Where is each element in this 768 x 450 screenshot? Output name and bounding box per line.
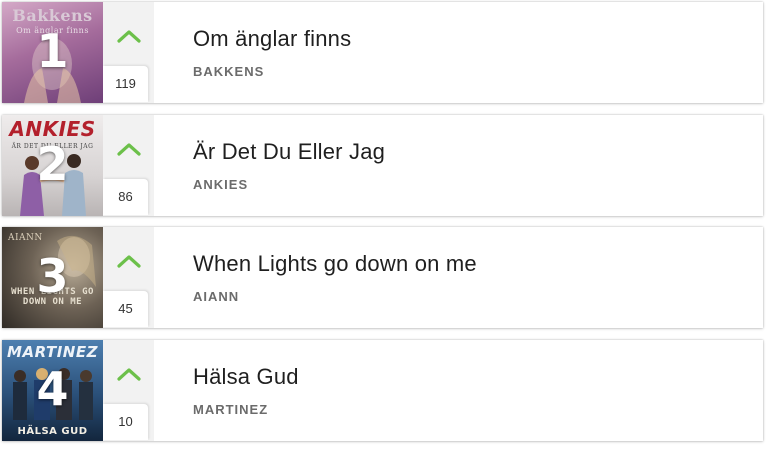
song-chart-list: Bakkens Om änglar finns 1 119 Om änglar … xyxy=(0,0,768,450)
rank-number: 2 xyxy=(36,137,69,191)
album-cover[interactable]: AIANN WHEN LIGHTS GO DOWN ON ME 3 xyxy=(2,227,103,328)
album-cover[interactable]: Bakkens Om änglar finns 1 xyxy=(2,2,103,103)
song-info: When Lights go down on me AIANN xyxy=(154,227,763,328)
album-cover[interactable]: ANKIES ÄR DET DU ELLER JAG 2 xyxy=(2,115,103,216)
vote-panel: 10 xyxy=(103,340,154,441)
vote-count: 86 xyxy=(103,179,148,215)
vote-panel: 45 xyxy=(103,227,154,328)
vote-panel: 119 xyxy=(103,2,154,103)
song-title[interactable]: Om änglar finns xyxy=(193,26,351,52)
chevron-up-icon[interactable] xyxy=(116,253,142,269)
song-info: Om änglar finns BAKKENS xyxy=(154,2,763,103)
rank-number: 4 xyxy=(36,362,69,416)
vote-count: 119 xyxy=(103,66,148,102)
song-info: Hälsa Gud MARTINEZ xyxy=(154,340,763,441)
vote-count: 45 xyxy=(103,291,148,327)
chevron-up-icon[interactable] xyxy=(116,141,142,157)
song-row-3[interactable]: AIANN WHEN LIGHTS GO DOWN ON ME 3 45 Whe… xyxy=(2,227,763,328)
artist-name[interactable]: AIANN xyxy=(193,289,239,304)
song-row-2[interactable]: ANKIES ÄR DET DU ELLER JAG 2 86 Är Det D… xyxy=(2,115,763,216)
vote-count: 10 xyxy=(103,404,148,440)
song-title[interactable]: Är Det Du Eller Jag xyxy=(193,139,385,165)
vote-panel: 86 xyxy=(103,115,154,216)
chevron-up-icon[interactable] xyxy=(116,28,142,44)
artist-name[interactable]: ANKIES xyxy=(193,177,248,192)
rank-number: 1 xyxy=(36,24,69,78)
song-info: Är Det Du Eller Jag ANKIES xyxy=(154,115,763,216)
artist-name[interactable]: BAKKENS xyxy=(193,64,264,79)
cover-song-name: HÄLSA GUD xyxy=(17,426,88,437)
song-title[interactable]: When Lights go down on me xyxy=(193,251,477,277)
rank-number: 3 xyxy=(36,249,69,303)
song-title[interactable]: Hälsa Gud xyxy=(193,364,299,390)
song-row-4[interactable]: MARTINEZ HÄLSA GUD 4 10 Hälsa Gud MARTIN… xyxy=(2,340,763,441)
album-cover[interactable]: MARTINEZ HÄLSA GUD 4 xyxy=(2,340,103,441)
artist-name[interactable]: MARTINEZ xyxy=(193,402,268,417)
chevron-up-icon[interactable] xyxy=(116,366,142,382)
song-row-1[interactable]: Bakkens Om änglar finns 1 119 Om änglar … xyxy=(2,2,763,103)
